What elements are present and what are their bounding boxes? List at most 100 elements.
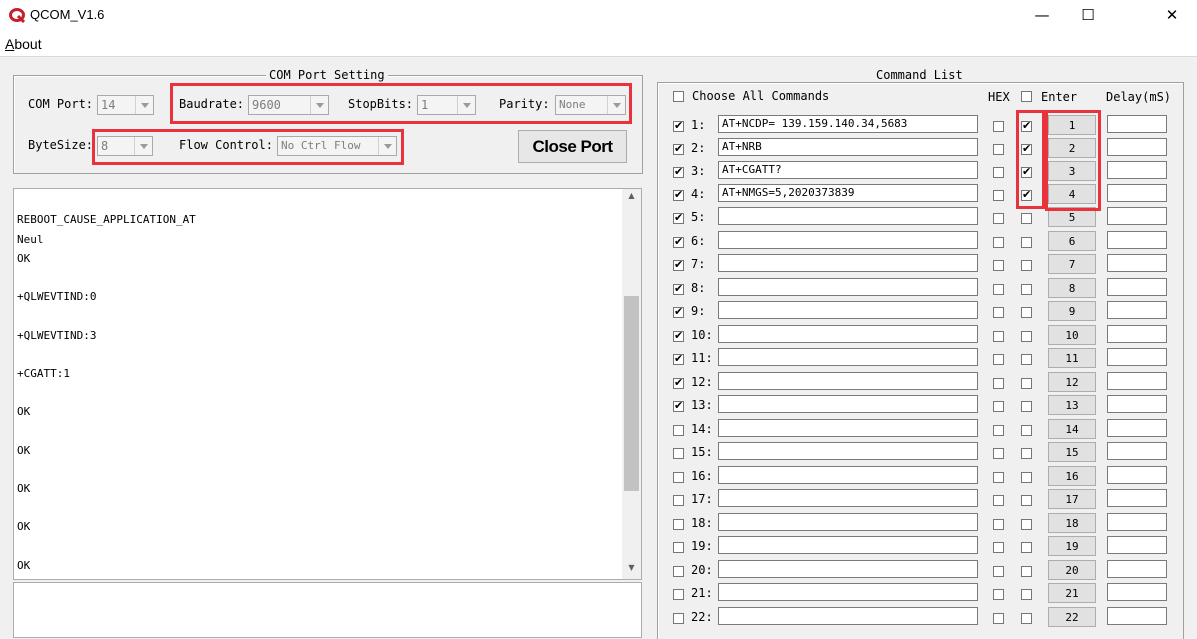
send-command-button[interactable]: 13 bbox=[1048, 395, 1096, 415]
enter-checkbox[interactable] bbox=[1021, 213, 1032, 224]
command-input[interactable] bbox=[718, 395, 978, 413]
choose-all-checkbox[interactable] bbox=[673, 91, 684, 102]
enter-all-checkbox[interactable] bbox=[1021, 91, 1032, 102]
hex-checkbox[interactable] bbox=[993, 613, 1004, 624]
command-input[interactable] bbox=[718, 513, 978, 531]
send-command-button[interactable]: 11 bbox=[1048, 348, 1096, 368]
delay-input[interactable] bbox=[1107, 607, 1167, 625]
command-input[interactable]: AT+NMGS=5,2020373839 bbox=[718, 184, 978, 202]
hex-checkbox[interactable] bbox=[993, 121, 1004, 132]
enter-checkbox[interactable] bbox=[1021, 331, 1032, 342]
delay-input[interactable] bbox=[1107, 513, 1167, 531]
send-command-button[interactable]: 17 bbox=[1048, 489, 1096, 509]
command-select-checkbox[interactable] bbox=[673, 613, 684, 624]
command-select-checkbox[interactable] bbox=[673, 472, 684, 483]
hex-checkbox[interactable] bbox=[993, 448, 1004, 459]
hex-checkbox[interactable] bbox=[993, 378, 1004, 389]
minimize-button[interactable]: — bbox=[1019, 0, 1065, 30]
com-port-select[interactable]: 14 bbox=[97, 95, 154, 115]
send-command-button[interactable]: 14 bbox=[1048, 419, 1096, 439]
maximize-button[interactable]: ☐ bbox=[1065, 0, 1111, 30]
enter-checkbox[interactable] bbox=[1021, 378, 1032, 389]
command-select-checkbox[interactable] bbox=[673, 257, 684, 273]
delay-input[interactable] bbox=[1107, 115, 1167, 133]
delay-input[interactable] bbox=[1107, 536, 1167, 554]
send-command-button[interactable]: 21 bbox=[1048, 583, 1096, 603]
delay-input[interactable] bbox=[1107, 207, 1167, 225]
hex-checkbox[interactable] bbox=[993, 401, 1004, 412]
command-input[interactable] bbox=[718, 348, 978, 366]
delay-input[interactable] bbox=[1107, 138, 1167, 156]
delay-input[interactable] bbox=[1107, 301, 1167, 319]
delay-input[interactable] bbox=[1107, 489, 1167, 507]
command-input[interactable] bbox=[718, 231, 978, 249]
send-command-button[interactable]: 16 bbox=[1048, 466, 1096, 486]
hex-checkbox[interactable] bbox=[993, 354, 1004, 365]
send-command-button[interactable]: 7 bbox=[1048, 254, 1096, 274]
hex-checkbox[interactable] bbox=[993, 472, 1004, 483]
send-command-button[interactable]: 18 bbox=[1048, 513, 1096, 533]
enter-checkbox[interactable] bbox=[1021, 519, 1032, 530]
hex-checkbox[interactable] bbox=[993, 260, 1004, 271]
enter-checkbox[interactable] bbox=[1021, 589, 1032, 600]
command-input[interactable] bbox=[718, 536, 978, 554]
log-scrollbar-thumb[interactable] bbox=[624, 296, 639, 491]
command-select-checkbox[interactable] bbox=[673, 210, 684, 226]
close-window-button[interactable]: ✕ bbox=[1149, 0, 1195, 30]
send-command-button[interactable]: 9 bbox=[1048, 301, 1096, 321]
hex-checkbox[interactable] bbox=[993, 144, 1004, 155]
send-command-button[interactable]: 12 bbox=[1048, 372, 1096, 392]
hex-checkbox[interactable] bbox=[993, 566, 1004, 577]
delay-input[interactable] bbox=[1107, 419, 1167, 437]
command-select-checkbox[interactable] bbox=[673, 304, 684, 320]
command-input[interactable] bbox=[718, 278, 978, 296]
command-select-checkbox[interactable] bbox=[673, 398, 684, 414]
hex-checkbox[interactable] bbox=[993, 213, 1004, 224]
hex-checkbox[interactable] bbox=[993, 190, 1004, 201]
delay-input[interactable] bbox=[1107, 161, 1167, 179]
command-select-checkbox[interactable] bbox=[673, 141, 684, 157]
command-input[interactable] bbox=[718, 207, 978, 225]
command-input[interactable] bbox=[718, 254, 978, 272]
hex-checkbox[interactable] bbox=[993, 284, 1004, 295]
enter-checkbox[interactable] bbox=[1021, 260, 1032, 271]
hex-checkbox[interactable] bbox=[993, 425, 1004, 436]
enter-checkbox[interactable] bbox=[1021, 566, 1032, 577]
enter-checkbox[interactable] bbox=[1021, 237, 1032, 248]
command-input[interactable] bbox=[718, 489, 978, 507]
scroll-up-icon[interactable]: ▲ bbox=[624, 191, 639, 200]
delay-input[interactable] bbox=[1107, 325, 1167, 343]
command-select-checkbox[interactable] bbox=[673, 448, 684, 459]
enter-checkbox[interactable] bbox=[1021, 354, 1032, 365]
send-command-button[interactable]: 6 bbox=[1048, 231, 1096, 251]
hex-checkbox[interactable] bbox=[993, 589, 1004, 600]
command-input[interactable] bbox=[718, 419, 978, 437]
enter-checkbox[interactable] bbox=[1021, 448, 1032, 459]
command-input[interactable]: AT+NCDP= 139.159.140.34,5683 bbox=[718, 115, 978, 133]
command-input[interactable]: AT+NRB bbox=[718, 138, 978, 156]
delay-input[interactable] bbox=[1107, 231, 1167, 249]
command-select-checkbox[interactable] bbox=[673, 118, 684, 134]
command-select-checkbox[interactable] bbox=[673, 281, 684, 297]
delay-input[interactable] bbox=[1107, 348, 1167, 366]
enter-checkbox[interactable] bbox=[1021, 495, 1032, 506]
hex-checkbox[interactable] bbox=[993, 237, 1004, 248]
delay-input[interactable] bbox=[1107, 278, 1167, 296]
hex-checkbox[interactable] bbox=[993, 519, 1004, 530]
command-select-checkbox[interactable] bbox=[673, 566, 684, 577]
send-command-button[interactable]: 8 bbox=[1048, 278, 1096, 298]
enter-checkbox[interactable] bbox=[1021, 307, 1032, 318]
enter-checkbox[interactable] bbox=[1021, 542, 1032, 553]
send-command-button[interactable]: 10 bbox=[1048, 325, 1096, 345]
command-input[interactable] bbox=[718, 372, 978, 390]
delay-input[interactable] bbox=[1107, 184, 1167, 202]
command-select-checkbox[interactable] bbox=[673, 375, 684, 391]
scroll-down-icon[interactable]: ▼ bbox=[624, 563, 639, 572]
command-input[interactable]: AT+CGATT? bbox=[718, 161, 978, 179]
command-select-checkbox[interactable] bbox=[673, 328, 684, 344]
delay-input[interactable] bbox=[1107, 466, 1167, 484]
command-select-checkbox[interactable] bbox=[673, 519, 684, 530]
send-command-button[interactable]: 19 bbox=[1048, 536, 1096, 556]
command-input[interactable] bbox=[718, 442, 978, 460]
command-input[interactable] bbox=[718, 607, 978, 625]
